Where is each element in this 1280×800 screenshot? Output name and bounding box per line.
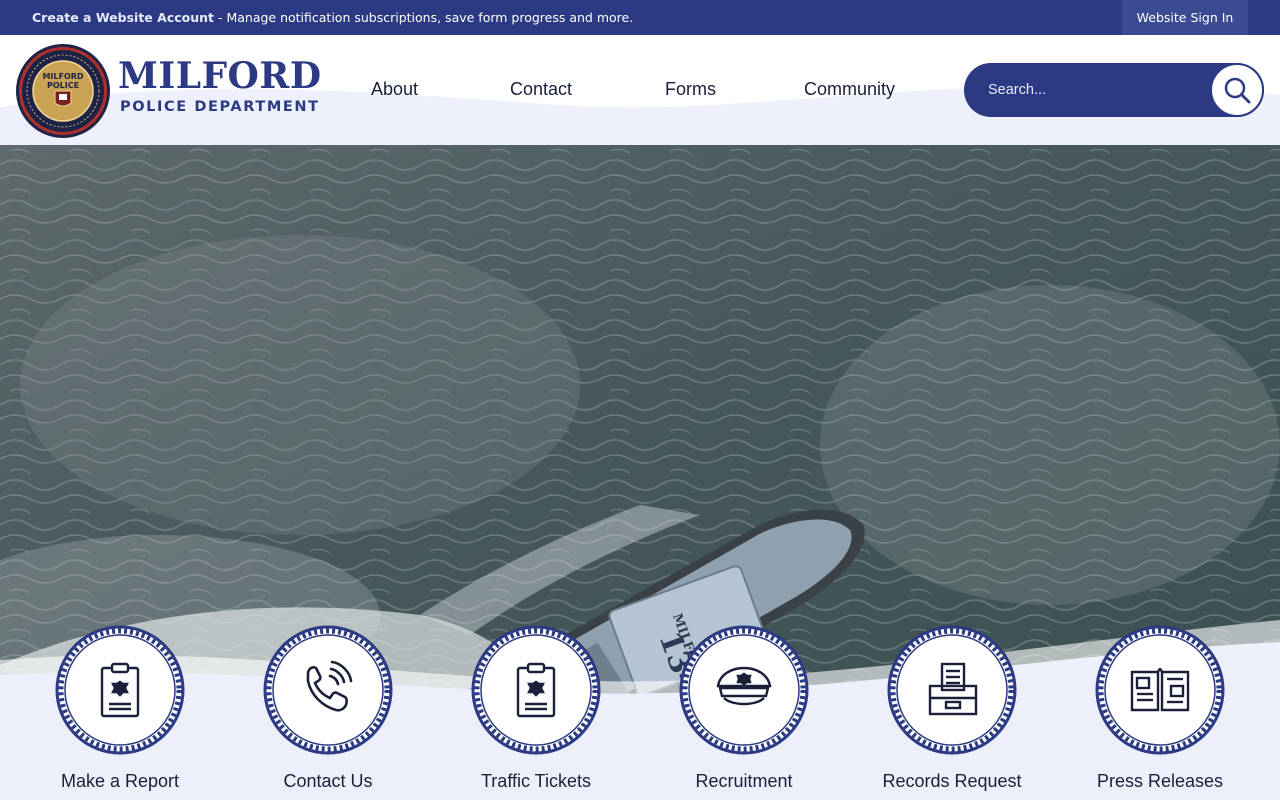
search-icon xyxy=(1224,77,1251,104)
quick-link-label: Records Request xyxy=(882,771,1022,791)
brand-subtitle: POLICE DEPARTMENT xyxy=(120,99,320,115)
account-message: Create a Website Account - Manage notifi… xyxy=(32,10,633,25)
brand-title[interactable]: MILFORD xyxy=(118,55,322,97)
quick-link-label: Recruitment xyxy=(695,771,793,791)
nav-item-about[interactable]: About xyxy=(371,79,418,100)
quick-link-ring xyxy=(470,624,602,756)
quick-link-press-releases[interactable]: Press Releases xyxy=(1060,624,1260,792)
quick-link-label: Make a Report xyxy=(60,771,180,791)
quick-link-ring xyxy=(886,624,1018,756)
quick-link-contact-us[interactable]: Contact Us xyxy=(228,624,428,792)
nav-item-community[interactable]: Community xyxy=(804,79,895,100)
create-account-link[interactable]: Create a Website Account xyxy=(32,10,214,25)
quick-link-label: Contact Us xyxy=(283,771,373,791)
account-message-text: - Manage notification subscriptions, sav… xyxy=(214,10,634,25)
nav-item-forms[interactable]: Forms xyxy=(665,79,716,100)
search-input[interactable] xyxy=(988,76,1198,104)
quick-link-label: Press Releases xyxy=(1096,771,1224,791)
search-button[interactable] xyxy=(1210,63,1264,117)
quick-link-traffic-tickets[interactable]: Traffic Tickets xyxy=(436,624,636,792)
quick-link-ring xyxy=(678,624,810,756)
search-bar xyxy=(964,63,1264,117)
quick-link-ring xyxy=(262,624,394,756)
quick-link-recruitment[interactable]: Recruitment xyxy=(644,624,844,792)
quick-link-make-a-report[interactable]: Make a Report xyxy=(20,624,220,792)
quick-link-ring xyxy=(54,624,186,756)
quick-link-records-request[interactable]: Records Request xyxy=(852,624,1052,792)
nav-item-contact[interactable]: Contact xyxy=(510,79,572,100)
site-header: MILFORD POLICE MILFORD POLICE DEPARTMENT… xyxy=(0,35,1280,145)
police-seal-logo[interactable]: MILFORD POLICE xyxy=(15,43,111,139)
top-notification-bar: Create a Website Account - Manage notifi… xyxy=(0,0,1280,35)
seal-text: MILFORD POLICE xyxy=(42,72,84,90)
website-sign-in-button[interactable]: Website Sign In xyxy=(1122,0,1248,35)
quick-link-ring xyxy=(1094,624,1226,756)
quick-link-label: Traffic Tickets xyxy=(480,771,592,791)
